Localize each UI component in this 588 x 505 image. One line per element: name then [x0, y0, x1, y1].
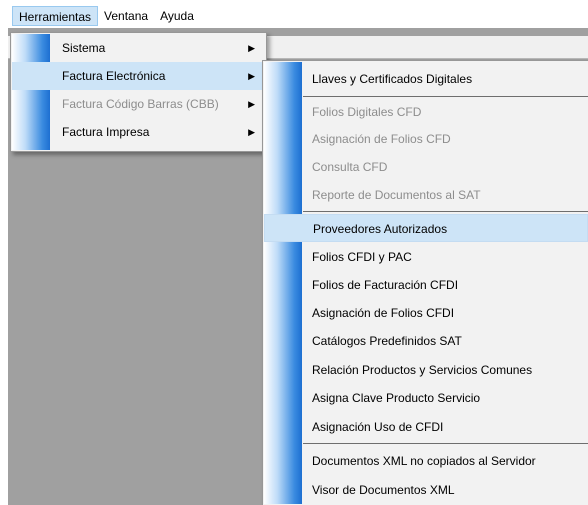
menu-item-label: Asignación Uso de CFDI — [312, 420, 444, 434]
menu-item-label: Documentos XML no copiados al Servidor — [312, 454, 536, 468]
menu-separator — [303, 443, 588, 444]
menu-item-visor-documentos-xml[interactable]: Visor de Documentos XML — [264, 476, 588, 504]
factura-electronica-submenu: Llaves y Certificados Digitales Folios D… — [262, 60, 588, 505]
menu-item-label: Asigna Clave Producto Servicio — [312, 391, 481, 405]
menu-item-label: Llaves y Certificados Digitales — [312, 72, 473, 86]
menu-item-label: Sistema — [62, 41, 106, 55]
menu-item-label: Factura Código Barras (CBB) — [62, 97, 219, 111]
menu-item-factura-impresa[interactable]: Factura Impresa ▶ — [12, 118, 265, 146]
menu-item-label: Factura Impresa — [62, 125, 150, 139]
menu-item-proveedores-autorizados[interactable]: Proveedores Autorizados — [264, 214, 588, 242]
menu-item-label: Proveedores Autorizados — [313, 222, 448, 236]
menu-item-label: Reporte de Documentos al SAT — [312, 188, 481, 202]
menu-item-folios-facturacion-cfdi[interactable]: Folios de Facturación CFDI — [264, 271, 588, 299]
menu-item-asignacion-folios-cfd[interactable]: Asignación de Folios CFD — [264, 125, 588, 153]
menu-ayuda[interactable]: Ayuda — [154, 6, 200, 26]
menu-item-label: Folios Digitales CFD — [312, 105, 422, 119]
menu-item-sistema[interactable]: Sistema ▶ — [12, 34, 265, 62]
submenu-arrow-icon: ▶ — [248, 43, 255, 53]
menu-item-llaves-certificados[interactable]: Llaves y Certificados Digitales — [264, 65, 588, 93]
menu-item-label: Visor de Documentos XML — [312, 483, 455, 497]
menu-item-asigna-clave-producto[interactable]: Asigna Clave Producto Servicio — [264, 384, 588, 412]
menu-item-consulta-cfd[interactable]: Consulta CFD — [264, 153, 588, 181]
menu-item-factura-electronica[interactable]: Factura Electrónica ▶ — [12, 62, 265, 90]
submenu-arrow-icon: ▶ — [248, 71, 255, 81]
menu-item-label: Asignación de Folios CFD — [312, 132, 451, 146]
menu-separator — [303, 211, 588, 212]
submenu-arrow-icon: ▶ — [248, 127, 255, 137]
herramientas-dropdown: Sistema ▶ Factura Electrónica ▶ Factura … — [10, 32, 267, 152]
menu-item-folios-digitales-cfd[interactable]: Folios Digitales CFD — [264, 98, 588, 126]
submenu-arrow-icon: ▶ — [248, 99, 255, 109]
menu-item-factura-codigo-barras[interactable]: Factura Código Barras (CBB) ▶ — [12, 90, 265, 118]
menu-item-label: Folios CFDI y PAC — [312, 250, 412, 264]
menu-bar: Herramientas Ventana Ayuda — [0, 0, 588, 28]
menu-item-asignacion-uso-cfdi[interactable]: Asignación Uso de CFDI — [264, 413, 588, 441]
menu-item-folios-cfdi-pac[interactable]: Folios CFDI y PAC — [264, 243, 588, 271]
menu-ventana[interactable]: Ventana — [98, 6, 154, 26]
menu-item-label: Factura Electrónica — [62, 69, 166, 83]
menu-item-label: Catálogos Predefinidos SAT — [312, 334, 462, 348]
menu-item-label: Consulta CFD — [312, 160, 388, 174]
menu-separator — [303, 96, 588, 97]
menu-item-reporte-documentos-sat[interactable]: Reporte de Documentos al SAT — [264, 181, 588, 209]
menu-item-catalogos-predefinidos-sat[interactable]: Catálogos Predefinidos SAT — [264, 327, 588, 355]
menu-item-relacion-productos-servicios[interactable]: Relación Productos y Servicios Comunes — [264, 356, 588, 384]
menu-item-documentos-xml-no-copiados[interactable]: Documentos XML no copiados al Servidor — [264, 447, 588, 475]
menu-item-label: Relación Productos y Servicios Comunes — [312, 363, 533, 377]
menu-item-label: Asignación de Folios CFDI — [312, 306, 455, 320]
menu-herramientas[interactable]: Herramientas — [12, 6, 99, 26]
menu-item-label: Folios de Facturación CFDI — [312, 278, 459, 292]
menu-item-asignacion-folios-cfdi[interactable]: Asignación de Folios CFDI — [264, 299, 588, 327]
